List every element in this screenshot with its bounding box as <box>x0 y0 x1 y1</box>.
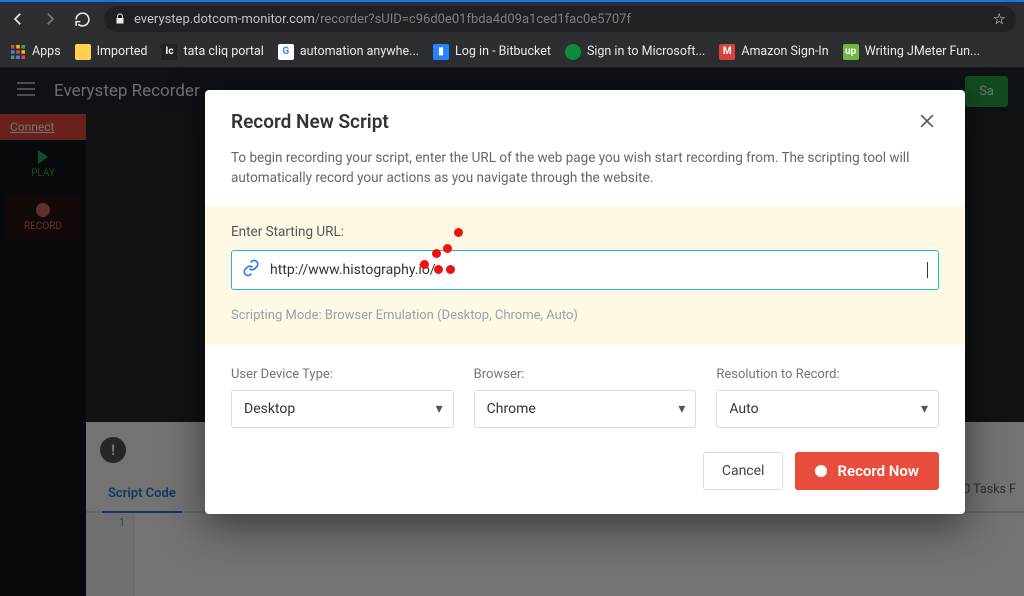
resolution-select[interactable]: Auto ▾ <box>716 390 939 428</box>
address-bar[interactable]: everystep.dotcom-monitor.com/recorder?sU… <box>104 6 1016 32</box>
annotation-dot <box>432 249 441 258</box>
bookmark-star-icon[interactable]: ☆ <box>993 10 1006 28</box>
apps-button[interactable]: Apps <box>10 44 61 60</box>
back-button[interactable] <box>8 9 28 29</box>
favicon-icon: Ic <box>161 44 177 60</box>
starting-url-input[interactable] <box>270 262 928 278</box>
cancel-button[interactable]: Cancel <box>703 452 784 490</box>
device-type-select[interactable]: Desktop ▾ <box>231 390 454 428</box>
annotation-dot <box>446 265 455 274</box>
annotation-dot <box>454 228 463 237</box>
bookmark-automation[interactable]: Gautomation anywhe... <box>278 44 419 60</box>
modal-title: Record New Script <box>231 110 917 133</box>
bookmark-bitbucket[interactable]: ▮Log in - Bitbucket <box>433 44 551 60</box>
url-input-wrapper[interactable] <box>231 250 939 290</box>
browser-toolbar: everystep.dotcom-monitor.com/recorder?sU… <box>0 0 1024 36</box>
chevron-down-icon: ▾ <box>436 401 443 417</box>
record-script-modal: Record New Script To begin recording you… <box>205 90 965 514</box>
forward-button[interactable] <box>40 9 60 29</box>
bookmark-microsoft[interactable]: Sign in to Microsoft... <box>565 44 705 60</box>
favicon-icon: M <box>719 44 735 60</box>
favicon-icon <box>565 44 581 60</box>
bookmark-amazon[interactable]: MAmazon Sign-In <box>719 44 828 60</box>
url-section: Enter Starting URL: Scripting Mode: Brow… <box>205 206 965 345</box>
reload-button[interactable] <box>72 9 92 29</box>
annotation-dot <box>420 260 429 269</box>
favicon-icon: ▮ <box>433 44 449 60</box>
device-type-label: User Device Type: <box>231 367 454 382</box>
annotation-dot <box>443 244 452 253</box>
favicon-icon: G <box>278 44 294 60</box>
chevron-down-icon: ▾ <box>678 401 685 417</box>
bookmark-tatacliq[interactable]: Ictata cliq portal <box>161 44 263 60</box>
modal-description: To begin recording your script, enter th… <box>205 141 965 206</box>
lock-icon <box>114 13 126 25</box>
favicon-icon: up <box>843 44 859 60</box>
scripting-mode-text: Scripting Mode: Browser Emulation (Deskt… <box>231 308 939 323</box>
browser-select[interactable]: Chrome ▾ <box>474 390 697 428</box>
apps-label: Apps <box>32 44 61 59</box>
bookmark-imported[interactable]: Imported <box>75 44 148 60</box>
annotation-dot <box>434 265 443 274</box>
url-label: Enter Starting URL: <box>231 224 939 240</box>
url-text: everystep.dotcom-monitor.com/recorder?sU… <box>134 12 631 27</box>
bookmarks-bar: Apps Imported Ictata cliq portal Gautoma… <box>0 36 1024 68</box>
link-icon <box>242 259 260 281</box>
bookmark-jmeter[interactable]: upWriting JMeter Fun... <box>843 44 980 60</box>
folder-icon <box>75 44 91 60</box>
close-button[interactable] <box>917 111 939 133</box>
apps-grid-icon <box>10 44 26 60</box>
chevron-down-icon: ▾ <box>921 401 928 417</box>
browser-label: Browser: <box>474 367 697 382</box>
record-dot-icon <box>815 465 827 477</box>
record-now-button[interactable]: Record Now <box>795 452 939 490</box>
resolution-label: Resolution to Record: <box>716 367 939 382</box>
